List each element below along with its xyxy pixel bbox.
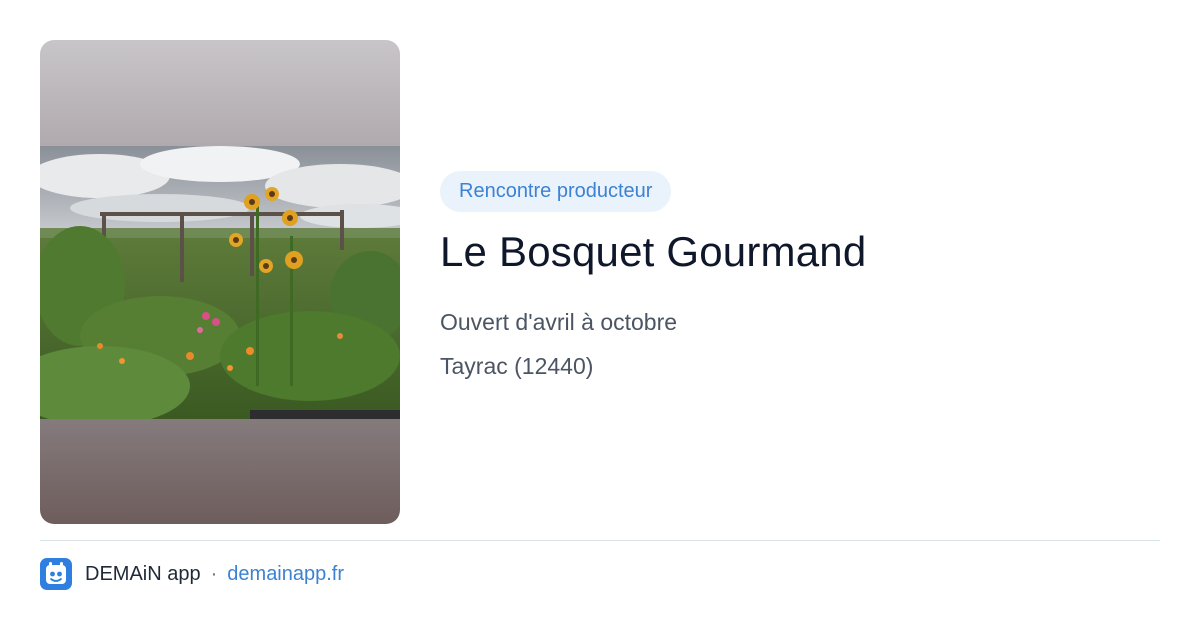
category-badge: Rencontre producteur [440, 171, 672, 212]
cover-image [40, 40, 400, 524]
page-title: Le Bosquet Gourmand [440, 228, 867, 275]
footer: DEMAiN app · demainapp.fr [40, 557, 344, 591]
demain-app-logo-icon [40, 558, 72, 590]
garden-photo [40, 146, 400, 419]
footer-divider [40, 540, 1160, 541]
footer-separator: · [210, 562, 218, 585]
app-name: DEMAiN app [85, 562, 201, 585]
location-text: Tayrac (12440) [440, 353, 594, 379]
website-link[interactable]: demainapp.fr [227, 563, 344, 586]
opening-period: Ouvert d'avril à octobre [440, 309, 678, 335]
